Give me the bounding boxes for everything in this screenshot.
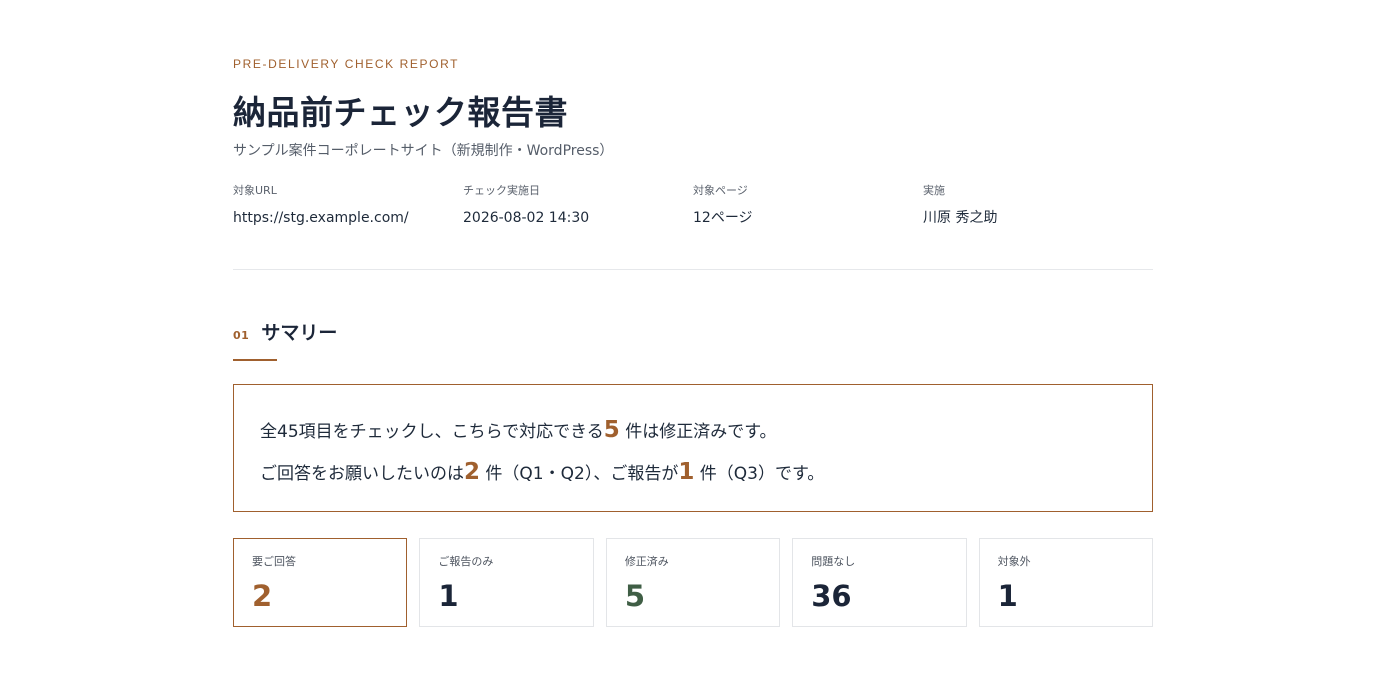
card-value: 36 [811, 579, 852, 613]
summary-text: 件（Q1・Q2）、ご報告が [485, 464, 679, 484]
section-header: 01 サマリー [233, 318, 1153, 345]
card-label: 修正済み [624, 555, 669, 568]
card-value: 5 [624, 579, 645, 613]
summary-line-1: 全45項目をチェックし、こちらで対応できる5 件は修正済みです。 [260, 415, 1126, 445]
summary-text: 件（Q3）です。 [699, 464, 825, 484]
card-label: 要ご回答 [252, 555, 296, 568]
summary-box: 全45項目をチェックし、こちらで対応できる5 件は修正済みです。 ご回答をお願い… [233, 384, 1153, 512]
card-value: 1 [438, 579, 459, 613]
meta-label: 実施 [923, 184, 945, 197]
summary-line-2: ご回答をお願いしたいのは2 件（Q1・Q2）、ご報告が1 件（Q3）です。 [260, 457, 1126, 487]
page-title: 納品前チェック報告書 [233, 93, 568, 132]
card-value: 1 [997, 579, 1018, 613]
section-title: サマリー [261, 322, 338, 344]
meta-performed-by: 実施 川原 秀之助 [923, 184, 1153, 227]
meta-target-pages: 対象ページ 12ページ [693, 184, 923, 227]
card-label: ご報告のみ [438, 555, 494, 568]
meta-label: 対象URL [233, 184, 277, 197]
report-count-highlight: 1 [678, 459, 695, 485]
meta-label: チェック実施日 [463, 184, 540, 197]
meta-value: 川原 秀之助 [923, 210, 998, 226]
answer-count-highlight: 2 [464, 459, 481, 485]
summary-text: ご回答をお願いしたいのは [260, 464, 464, 484]
meta-value: 2026-08-02 14:30 [463, 210, 590, 226]
meta-target-url: 対象URL https://stg.example.com/ [233, 184, 463, 227]
page-subtitle: サンプル案件コーポレートサイト（新規制作・WordPress） [233, 143, 614, 159]
report-meta: 対象URL https://stg.example.com/ チェック実施日 2… [233, 184, 1153, 227]
meta-value: https://stg.example.com/ [233, 210, 409, 226]
summary-text: 全45項目をチェックし、こちらで対応できる [260, 422, 604, 442]
card-label: 対象外 [997, 555, 1031, 568]
meta-value: 12ページ [693, 210, 753, 226]
report-eyebrow: PRE-DELIVERY CHECK REPORT [233, 57, 460, 71]
card-label: 問題なし [811, 555, 856, 568]
divider [233, 269, 1153, 270]
card-value: 2 [252, 579, 273, 613]
card-report-only: ご報告のみ 1 [419, 538, 594, 627]
status-cards: 要ご回答 2 ご報告のみ 1 修正済み 5 問題なし 36 対象外 1 [233, 538, 1154, 627]
card-needs-answer: 要ご回答 2 [233, 538, 408, 627]
card-out-of-scope: 対象外 1 [978, 538, 1154, 627]
card-no-issue: 問題なし 36 [792, 538, 967, 627]
meta-check-date: チェック実施日 2026-08-02 14:30 [463, 184, 693, 227]
section-number: 01 [233, 329, 250, 342]
meta-label: 対象ページ [693, 184, 748, 197]
fixed-count-highlight: 5 [603, 417, 620, 443]
card-fixed: 修正済み 5 [605, 538, 781, 627]
summary-text: 件は修正済みです。 [625, 422, 777, 442]
section-underline [233, 359, 277, 361]
report-page: PRE-DELIVERY CHECK REPORT 納品前チェック報告書 サンプ… [233, 0, 1154, 627]
